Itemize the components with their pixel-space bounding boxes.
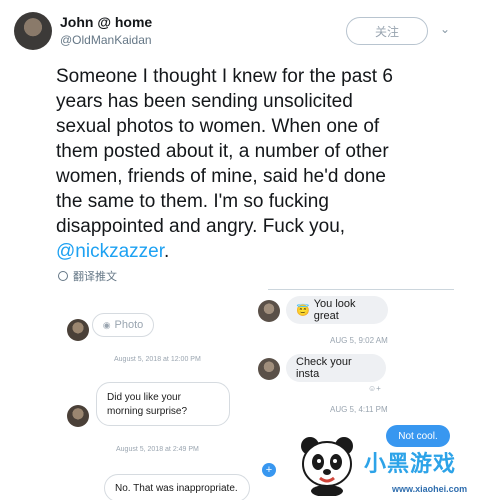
divider: [268, 289, 454, 290]
message-bubble: No. That was inappropriate.: [104, 474, 250, 500]
photo-label: Photo: [114, 319, 144, 331]
author-handle[interactable]: @OldManKaidan: [60, 33, 152, 47]
sender-avatar: [258, 358, 280, 380]
follow-button[interactable]: 关注: [346, 17, 428, 45]
mention-suffix: .: [164, 241, 170, 262]
translate-tweet-link[interactable]: 翻译推文: [58, 268, 117, 284]
globe-icon: [58, 271, 68, 281]
smile-emoji-icon: 😇: [296, 304, 310, 317]
chevron-down-icon[interactable]: ⌄: [440, 22, 450, 36]
author-name[interactable]: John @ home: [60, 14, 152, 30]
timestamp: AUG 5, 9:02 AM: [330, 336, 388, 345]
tweet-line: women, friends of mine, said he'd done: [56, 166, 386, 187]
tweet-line: years has been sending unsolicited: [56, 91, 353, 112]
tweet-line: sexual photos to women. When one of: [56, 116, 380, 137]
tweet-line-last: @nickzazzer.: [56, 239, 466, 264]
panda-mascot-icon: [301, 437, 353, 496]
translate-label: 翻译推文: [73, 271, 117, 283]
message-bubble: 😇 You look great: [286, 296, 388, 324]
message-bubble: Did you like your morning surprise?: [96, 382, 230, 426]
message-text: Check your insta: [296, 356, 352, 380]
message-bubble: Check your insta: [286, 354, 386, 382]
sender-avatar: [67, 405, 89, 427]
watermark-title: 小黑游戏: [364, 452, 457, 477]
watermark-url: www.xiaohei.com: [392, 484, 468, 494]
tweet-header: John @ home @OldManKaidan 关注 ⌄: [0, 0, 478, 58]
add-icon[interactable]: +: [262, 463, 276, 477]
tweet-line: Someone I thought I knew for the past 6: [56, 66, 393, 87]
timestamp: August 5, 2018 at 2:49 PM: [116, 446, 199, 453]
tweet-line: them posted about it, a number of other: [56, 141, 389, 162]
sender-avatar: [67, 319, 89, 341]
author-avatar[interactable]: [14, 12, 52, 50]
tweet-line: disappointed and angry. Fuck you,: [56, 216, 346, 237]
tweet-line: the same to them. I'm so fucking: [56, 191, 329, 212]
message-text: You look great: [313, 298, 356, 322]
tweet-text: Someone I thought I knew for the past 6 …: [56, 64, 466, 264]
photo-attachment: ◉ Photo: [92, 313, 154, 337]
reaction-icon[interactable]: ☺+: [368, 384, 381, 393]
mention-link[interactable]: @nickzazzer: [56, 241, 164, 262]
camera-icon: ◉: [102, 319, 111, 330]
own-message-bubble: Not cool.: [386, 425, 450, 447]
sender-avatar: [258, 300, 280, 322]
timestamp: August 5, 2018 at 12:00 PM: [114, 356, 201, 363]
timestamp: AUG 5, 4:11 PM: [330, 405, 388, 414]
